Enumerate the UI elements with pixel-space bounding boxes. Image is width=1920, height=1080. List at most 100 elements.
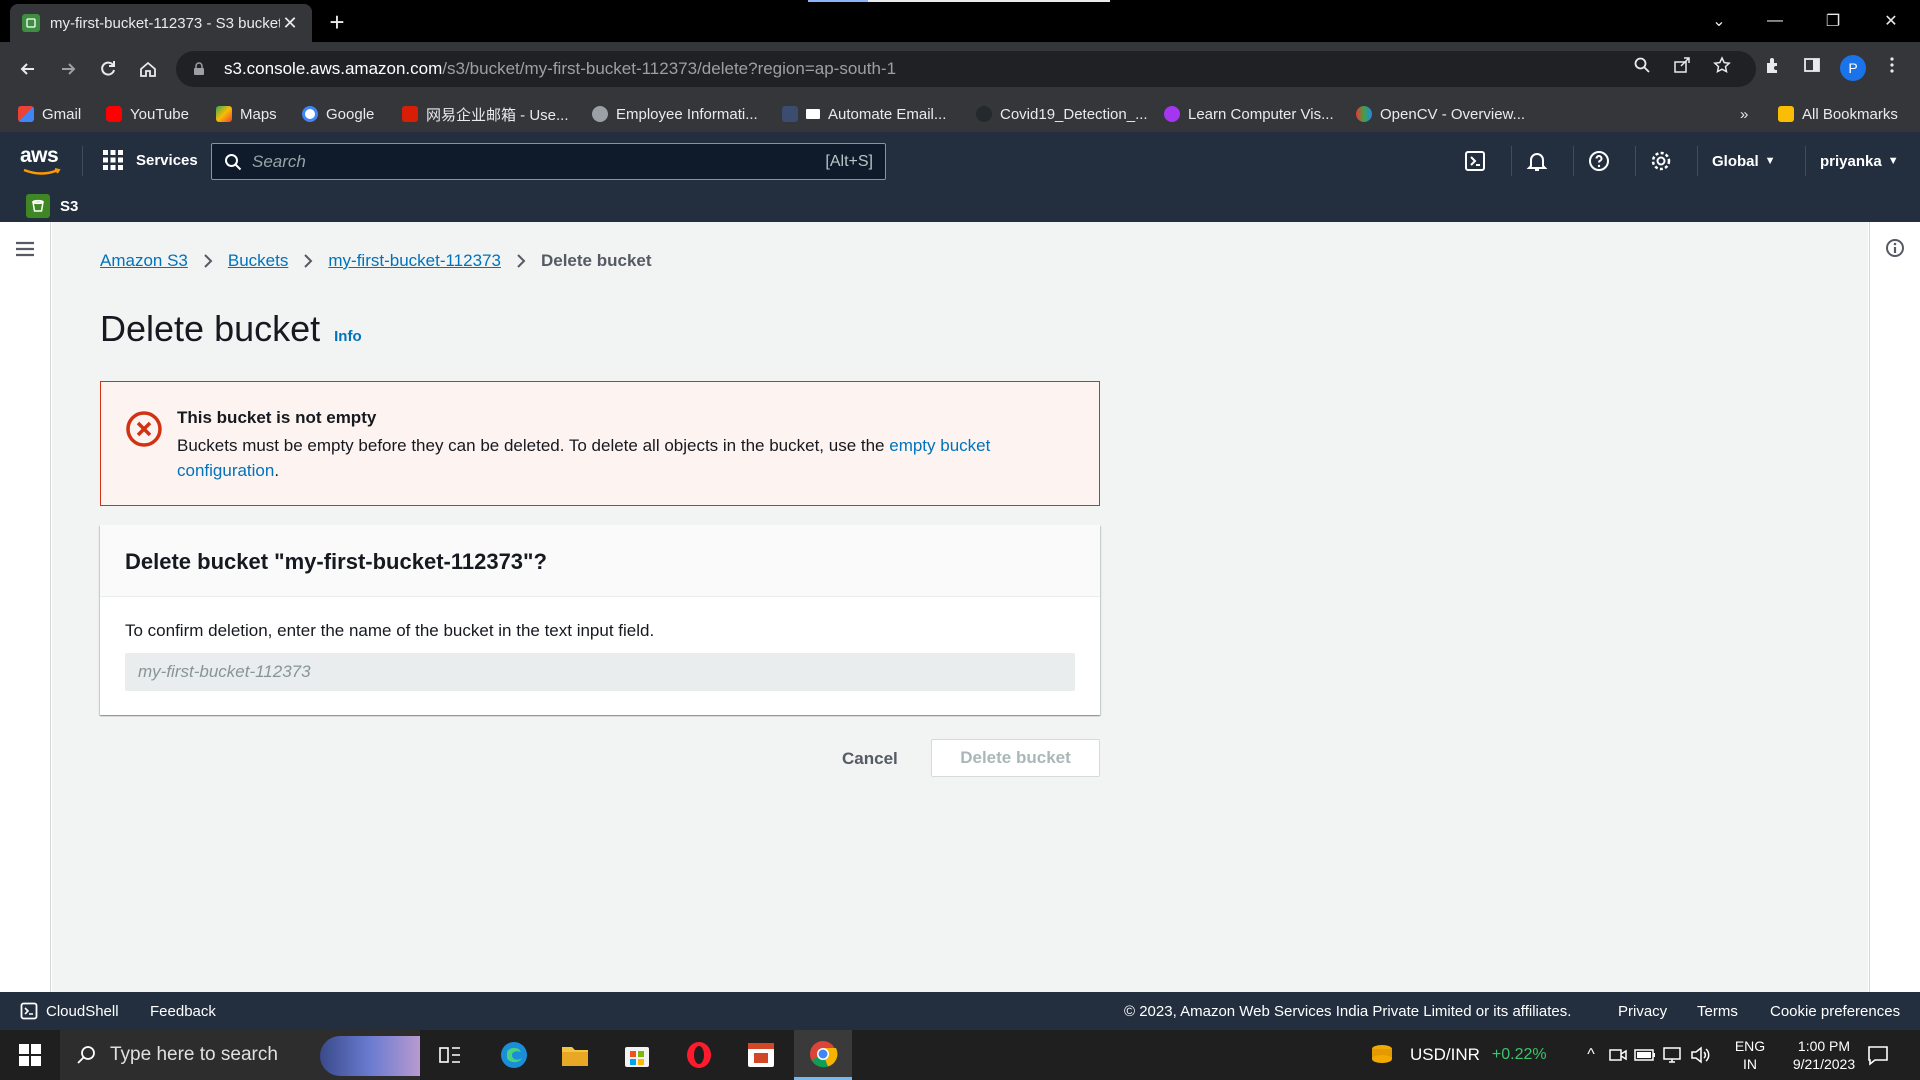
breadcrumb-current: Delete bucket: [540, 251, 652, 270]
aws-logo[interactable]: aws: [20, 144, 64, 175]
window-close-button[interactable]: ✕: [1868, 0, 1914, 42]
url-bar[interactable]: s3.console.aws.amazon.com/s3/bucket/my-f…: [176, 51, 1756, 87]
new-tab-button[interactable]: +: [322, 8, 352, 36]
browser-menu-icon[interactable]: [1880, 53, 1904, 77]
page-header: Delete bucket Info: [100, 308, 362, 350]
info-link[interactable]: Info: [334, 328, 362, 345]
bookmarks-overflow-icon[interactable]: »: [1740, 96, 1748, 132]
ticker-change: +0.22%: [1491, 1046, 1547, 1063]
info-panel-icon[interactable]: [1885, 238, 1905, 258]
restore-button[interactable]: ❐: [1810, 0, 1856, 42]
presentation-app-icon[interactable]: [732, 1030, 790, 1080]
profile-avatar[interactable]: P: [1840, 55, 1866, 81]
bookmark-covid19-detection[interactable]: Covid19_Detection_...: [976, 96, 1148, 132]
page-title: Delete bucket: [100, 308, 321, 349]
tab-title: my-first-bucket-112373 - S3 bucket: [50, 14, 280, 32]
volume-icon[interactable]: [1690, 1046, 1712, 1064]
footer-terms[interactable]: Terms: [1697, 992, 1738, 1030]
aws-search-input[interactable]: Search [Alt+S]: [211, 143, 886, 180]
network-icon[interactable]: [1662, 1046, 1684, 1064]
meet-now-icon[interactable]: [1608, 1046, 1628, 1064]
github-icon: [976, 106, 992, 122]
extensions-icon[interactable]: [1760, 53, 1784, 77]
bookmark-automate-email[interactable]: Automate Email...: [782, 96, 946, 132]
youtube-icon: [106, 106, 122, 122]
input-language[interactable]: ENG IN: [1732, 1030, 1768, 1080]
nav-divider: [82, 146, 83, 176]
breadcrumb-amazon-s3[interactable]: Amazon S3: [100, 251, 188, 271]
home-icon[interactable]: [132, 53, 164, 85]
bookmark-netease-mail[interactable]: 网易企业邮箱 - Use...: [402, 96, 569, 132]
bookmark-star-icon[interactable]: [1710, 53, 1734, 77]
share-icon[interactable]: [1670, 53, 1694, 77]
forward-icon[interactable]: [52, 53, 84, 85]
services-menu[interactable]: Services: [102, 144, 198, 176]
delete-bucket-button[interactable]: Delete bucket: [931, 739, 1100, 777]
loading-indicator: [808, 0, 1110, 2]
s3-service-icon[interactable]: [26, 194, 50, 218]
minimize-button[interactable]: —: [1752, 0, 1798, 42]
region-selector[interactable]: Global ▼: [1712, 146, 1776, 176]
bookmark-youtube[interactable]: YouTube: [106, 96, 189, 132]
bookmark-maps[interactable]: Maps: [216, 96, 277, 132]
currency-ticker[interactable]: USD/INR +0.22%: [1368, 1030, 1547, 1080]
bookmark-employee-info[interactable]: Employee Informati...: [592, 96, 758, 132]
footer-privacy[interactable]: Privacy: [1618, 992, 1667, 1030]
file-explorer-icon[interactable]: [546, 1030, 604, 1080]
footer-cloudshell[interactable]: CloudShell: [20, 992, 119, 1030]
error-x-icon: [126, 411, 162, 447]
bookmarks-bar: Gmail YouTube Maps Google 网易企业邮箱 - Use..…: [0, 96, 1920, 132]
caret-down-icon: ▼: [1764, 155, 1776, 167]
breadcrumb-bucket-name[interactable]: my-first-bucket-112373: [328, 251, 501, 271]
bookmark-gmail[interactable]: Gmail: [18, 96, 81, 132]
chevron-up-icon[interactable]: ^: [1580, 1046, 1602, 1064]
tab-search-icon[interactable]: ⌄: [1696, 0, 1742, 42]
footer-feedback[interactable]: Feedback: [150, 992, 216, 1030]
battery-icon[interactable]: [1634, 1047, 1656, 1063]
browser-tab-active[interactable]: my-first-bucket-112373 - S3 bucket ✕: [10, 4, 312, 42]
bucket-name-confirm-input[interactable]: [125, 653, 1075, 691]
alert-title: This bucket is not empty: [177, 408, 377, 427]
system-tray-icons: ^: [1580, 1030, 1712, 1080]
url-host: s3.console.aws.amazon.com: [224, 59, 443, 78]
all-bookmarks[interactable]: All Bookmarks: [1778, 96, 1898, 132]
nav-divider: [1573, 146, 1574, 176]
bookmark-learn-computer-vision[interactable]: Learn Computer Vis...: [1164, 96, 1334, 132]
nav-divider: [1697, 146, 1698, 176]
opera-browser-icon[interactable]: [670, 1030, 728, 1080]
tab-close-icon[interactable]: ✕: [280, 13, 300, 34]
aws-smile-icon: [23, 168, 61, 175]
service-s3-link[interactable]: S3: [60, 198, 78, 215]
bookmark-opencv[interactable]: OpenCV - Overview...: [1356, 96, 1525, 132]
footer-cookie-preferences[interactable]: Cookie preferences: [1770, 992, 1900, 1030]
microsoft-store-icon[interactable]: [608, 1030, 666, 1080]
chevron-right-icon: [204, 254, 213, 268]
settings-gear-icon[interactable]: [1646, 146, 1676, 176]
windows-start-icon[interactable]: [10, 1040, 50, 1070]
cloudshell-icon[interactable]: [1460, 146, 1490, 176]
globe-icon: [592, 106, 608, 122]
reload-icon[interactable]: [92, 53, 124, 85]
search-icon: [225, 153, 242, 170]
help-icon[interactable]: [1584, 146, 1614, 176]
hamburger-menu-icon[interactable]: [14, 240, 36, 258]
grid-icon: [103, 150, 123, 170]
bookmark-google[interactable]: Google: [302, 96, 374, 132]
notifications-bell-icon[interactable]: [1522, 146, 1552, 176]
panel-title: Delete bucket "my-first-bucket-112373"?: [125, 549, 547, 574]
notification-center-icon[interactable]: [1866, 1030, 1890, 1080]
chrome-browser-icon[interactable]: [794, 1030, 852, 1080]
zoom-search-icon[interactable]: [1630, 53, 1654, 77]
account-menu[interactable]: priyanka ▼: [1820, 146, 1899, 176]
side-panel-icon[interactable]: [1800, 53, 1824, 77]
breadcrumb-buckets[interactable]: Buckets: [228, 251, 288, 271]
nav-divider: [1635, 146, 1636, 176]
back-icon[interactable]: [12, 53, 44, 85]
clock[interactable]: 1:00 PM 9/21/2023: [1776, 1030, 1872, 1080]
error-alert: This bucket is not empty Buckets must be…: [100, 381, 1100, 506]
nav-divider: [1511, 146, 1512, 176]
taskbar-search-input[interactable]: Type here to search: [60, 1030, 420, 1080]
task-view-icon[interactable]: [421, 1030, 479, 1080]
cancel-button[interactable]: Cancel: [822, 740, 918, 778]
edge-browser-icon[interactable]: [485, 1030, 543, 1080]
